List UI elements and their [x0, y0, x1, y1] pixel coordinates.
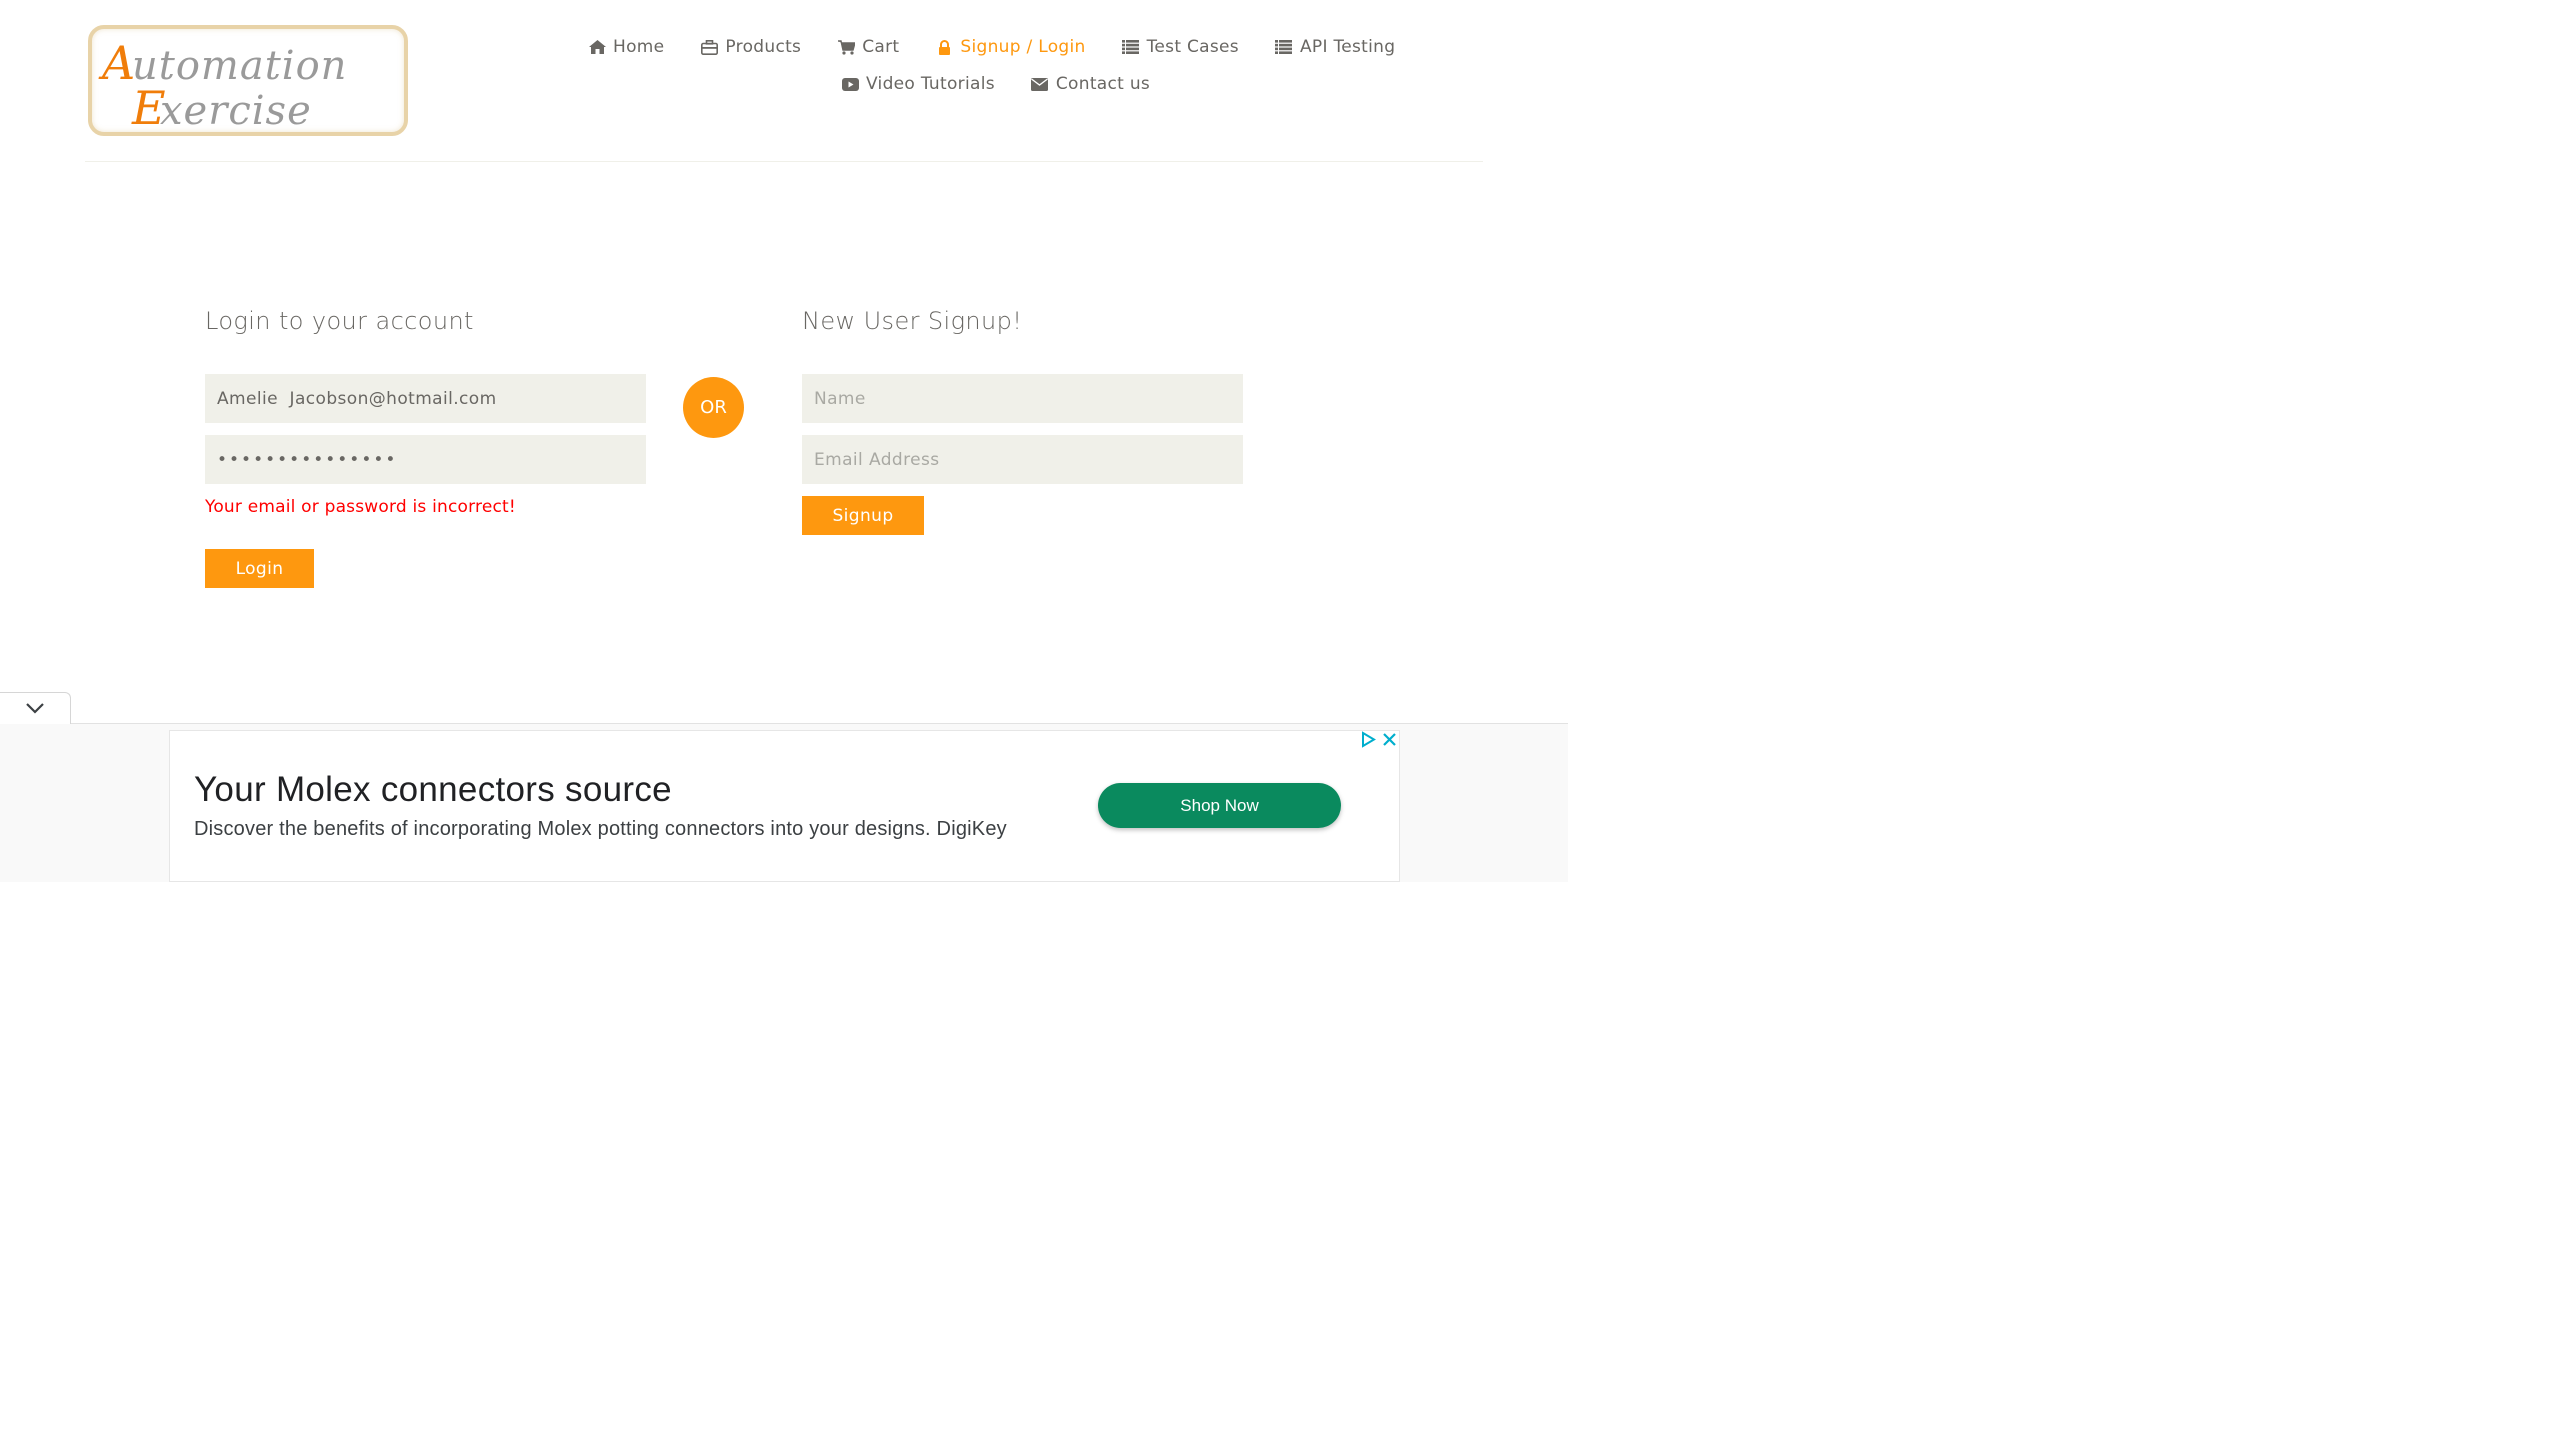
cart-icon	[837, 39, 855, 55]
signup-form-title: New User Signup!	[802, 307, 1023, 335]
or-divider: OR	[683, 377, 744, 438]
nav-video-tutorials-label: Video Tutorials	[866, 74, 995, 94]
login-form-title: Login to your account	[205, 307, 474, 335]
ad-controls	[1360, 731, 1398, 752]
nav-cart-label: Cart	[862, 37, 900, 57]
login-error-message: Your email or password is incorrect!	[205, 497, 516, 517]
nav-api-testing[interactable]: API Testing	[1275, 37, 1395, 57]
page: A utomation E xercise Home Products Cart	[0, 0, 1568, 882]
nav-products[interactable]: Products	[700, 37, 801, 57]
signup-email-input[interactable]	[802, 435, 1243, 484]
chevron-down-icon	[25, 699, 45, 718]
nav-video-tutorials[interactable]: Video Tutorials	[841, 74, 995, 94]
youtube-icon	[841, 76, 859, 92]
site-logo[interactable]: A utomation E xercise	[88, 25, 408, 136]
nav-test-cases[interactable]: Test Cases	[1122, 37, 1239, 57]
signup-name-input[interactable]	[802, 374, 1243, 423]
ad-close-icon[interactable]	[1381, 731, 1398, 752]
login-email-input[interactable]	[205, 374, 646, 423]
nav-signup-login[interactable]: Signup / Login	[935, 37, 1085, 57]
products-icon	[700, 39, 718, 55]
ad-collapse-toggle[interactable]	[0, 692, 71, 724]
header-divider	[85, 161, 1483, 162]
nav-contact-us[interactable]: Contact us	[1031, 74, 1150, 94]
logo-line2: xercise	[160, 88, 312, 132]
ad-choices-icon[interactable]	[1360, 731, 1377, 752]
nav-products-label: Products	[725, 37, 802, 57]
lock-icon	[935, 39, 953, 55]
main-nav-row-1: Home Products Cart Signup / Login Test C…	[588, 37, 1431, 57]
login-password-input[interactable]	[205, 435, 646, 484]
main-nav-row-2: Video Tutorials Contact us	[841, 74, 1186, 94]
home-icon	[588, 39, 606, 55]
nav-contact-us-label: Contact us	[1055, 74, 1151, 94]
envelope-icon	[1031, 76, 1049, 92]
nav-signup-login-label: Signup / Login	[960, 37, 1086, 57]
nav-home-label: Home	[613, 37, 665, 57]
nav-test-cases-label: Test Cases	[1146, 37, 1239, 57]
ad-shop-now-button[interactable]: Shop Now	[1098, 783, 1341, 828]
logo-letter-a: A	[98, 36, 135, 90]
nav-cart[interactable]: Cart	[837, 37, 899, 57]
list-icon	[1275, 39, 1293, 55]
ad-headline[interactable]: Your Molex connectors source	[194, 770, 672, 810]
nav-home[interactable]: Home	[588, 37, 664, 57]
list-icon	[1122, 39, 1140, 55]
login-button[interactable]: Login	[205, 549, 314, 588]
ad-description[interactable]: Discover the benefits of incorporating M…	[194, 818, 1007, 841]
signup-button[interactable]: Signup	[802, 496, 924, 535]
logo-image: A utomation E xercise	[98, 36, 346, 132]
nav-api-testing-label: API Testing	[1299, 37, 1396, 57]
